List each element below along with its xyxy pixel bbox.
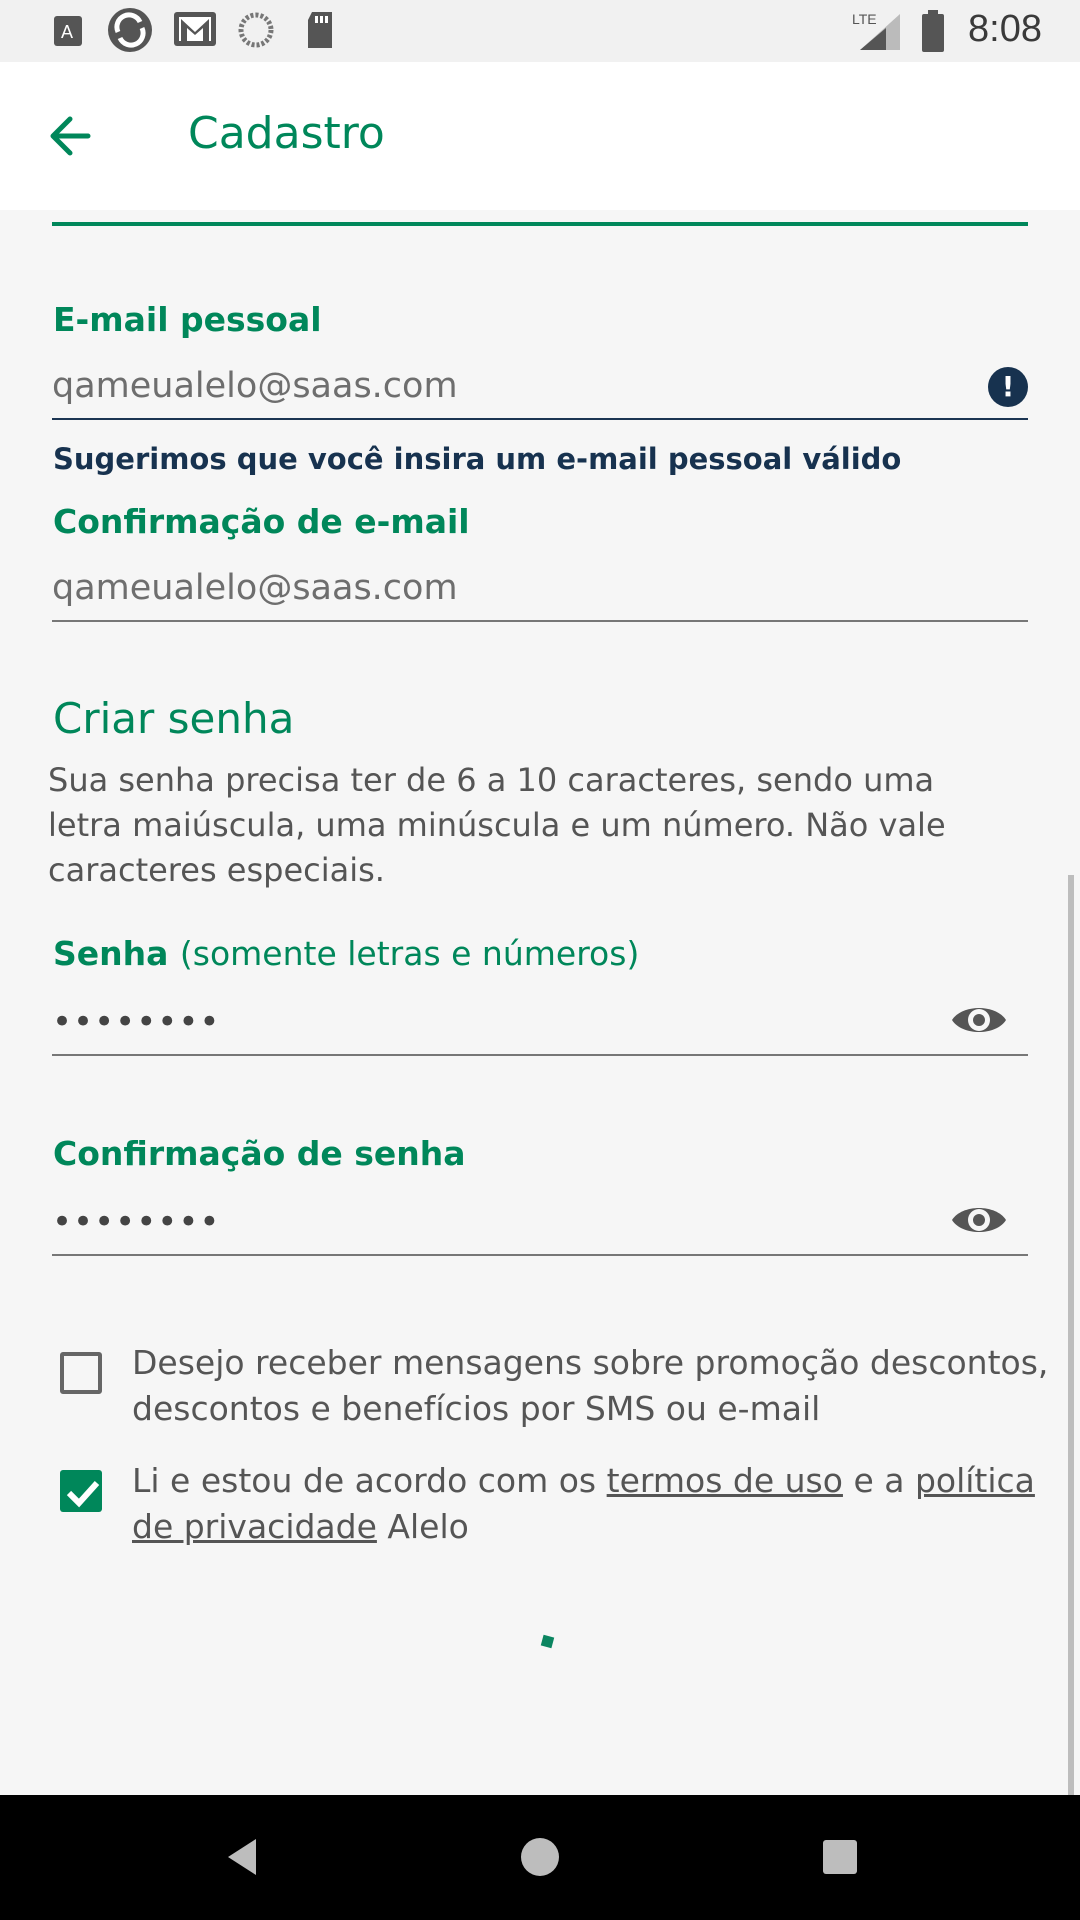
battery-icon	[922, 10, 944, 52]
password-masked-value: ••••••••	[52, 1002, 221, 1042]
eye-icon[interactable]	[950, 1198, 1008, 1242]
a-notification-icon: A	[54, 16, 82, 46]
email-value: qameualelo@saas.com	[52, 366, 458, 406]
eye-icon[interactable]	[950, 998, 1008, 1042]
sync-icon	[108, 8, 152, 52]
marketing-opt-in-text: Desejo receber mensagens sobre promoção …	[132, 1343, 1049, 1428]
terms-text-before: Li e estou de acordo com os	[132, 1461, 597, 1500]
terms-text-middle: e a	[853, 1461, 905, 1500]
recents-nav-icon[interactable]	[818, 1835, 862, 1879]
email-field[interactable]: qameualelo@saas.com !	[52, 366, 1028, 420]
terms-text: Li e estou de acordo com os termos de us…	[132, 1458, 1052, 1550]
warning-icon: !	[988, 367, 1028, 407]
status-time: 8:08	[968, 8, 1042, 50]
password-label: Senha (somente letras e números)	[53, 934, 639, 973]
sd-card-icon	[308, 12, 332, 48]
navigation-bar	[0, 1795, 1080, 1920]
password-confirm-label: Confirmação de senha	[53, 1134, 466, 1173]
svg-text:LTE: LTE	[852, 11, 877, 27]
password-section-title: Criar senha	[53, 694, 295, 743]
svg-text:A: A	[61, 22, 73, 42]
email-confirm-field[interactable]: qameualelo@saas.com	[52, 568, 1028, 622]
page-title: Cadastro	[188, 108, 385, 159]
email-label: E-mail pessoal	[53, 300, 322, 339]
signal-icon: LTE	[852, 11, 900, 50]
password-confirm-field[interactable]: ••••••••	[52, 1202, 1028, 1256]
password-confirm-masked-value: ••••••••	[52, 1202, 221, 1242]
password-section-description: Sua senha precisa ter de 6 a 10 caracter…	[48, 761, 946, 889]
email-confirm-label: Confirmação de e-mail	[53, 502, 470, 541]
home-nav-icon[interactable]	[518, 1835, 562, 1879]
password-label-text: Senha	[53, 934, 169, 973]
email-confirm-value: qameualelo@saas.com	[52, 568, 458, 608]
email-hint: Sugerimos que você insira um e-mail pess…	[53, 442, 902, 476]
password-label-suffix: (somente letras e números)	[179, 934, 640, 973]
password-field[interactable]: ••••••••	[52, 1002, 1028, 1056]
gmail-icon	[174, 12, 216, 46]
back-arrow-icon[interactable]	[40, 106, 100, 166]
check-icon	[66, 1480, 100, 1508]
terms-text-after: Alelo	[387, 1507, 469, 1546]
app-bar: Cadastro	[0, 62, 1080, 210]
previous-field-underline	[52, 222, 1028, 226]
form-content[interactable]: E-mail pessoal qameualelo@saas.com ! Sug…	[0, 210, 1080, 1795]
back-nav-icon[interactable]	[222, 1835, 266, 1879]
terms-checkbox[interactable]	[60, 1470, 102, 1512]
marketing-opt-in-checkbox[interactable]	[60, 1352, 102, 1394]
status-bar: A LTE 8:08	[0, 0, 1080, 62]
loading-spinner	[540, 1634, 555, 1649]
loading-circle-icon	[238, 12, 274, 48]
terms-of-use-link[interactable]: termos de uso	[607, 1461, 843, 1500]
scrollbar[interactable]	[1068, 875, 1074, 1795]
